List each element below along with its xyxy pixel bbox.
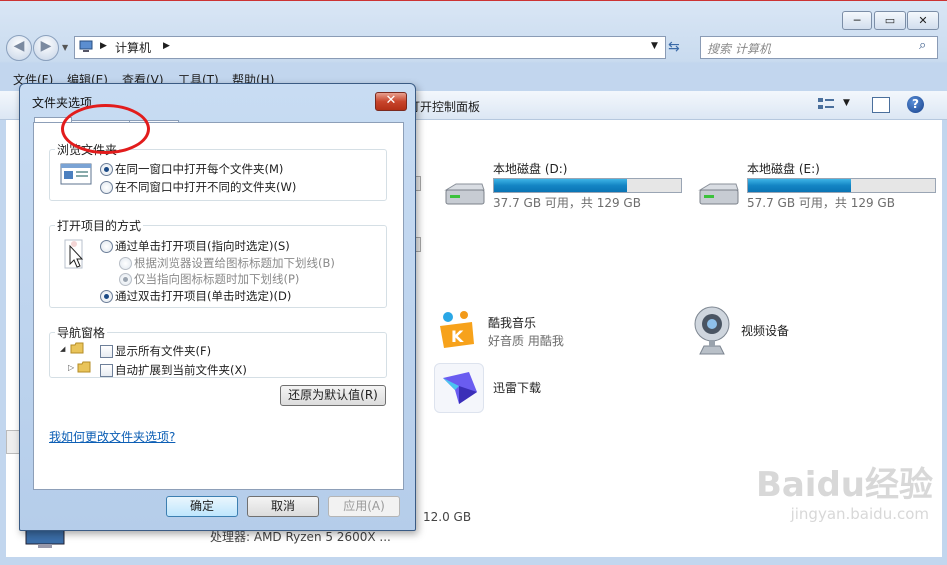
memory-value: 12.0 GB: [423, 510, 472, 524]
webcam-icon: [692, 304, 732, 356]
cursor-icon: [62, 238, 88, 272]
highlight-circle: [61, 104, 150, 154]
new-window-radio[interactable]: [100, 181, 113, 194]
underline-browser-label[interactable]: 根据浏览器设置给图标标题加下划线(B): [134, 255, 335, 271]
view-options-icon[interactable]: [818, 97, 834, 111]
browse-folders-icon: [60, 162, 92, 186]
same-window-radio[interactable]: [100, 163, 113, 176]
cancel-button[interactable]: 取消: [247, 496, 319, 517]
breadcrumb-separator-icon[interactable]: ▶: [163, 41, 170, 51]
folder-options-dialog: 文件夹选项 ✕ 常规 查看 搜索 在同一窗口中打开每个文件夹(M) 在不同窗口中…: [19, 83, 416, 531]
drive-name: 本地磁盘 (E:): [747, 162, 820, 176]
underline-point-label[interactable]: 仅当指向图标标题时加下划线(P): [134, 271, 299, 287]
device-subtitle: 好音质 用酷我: [488, 334, 564, 348]
address-bar[interactable]: ▶ 计算机 ▶ ▼: [74, 36, 666, 59]
folder-icon: [77, 361, 91, 373]
maximize-button[interactable]: ▭: [874, 11, 906, 30]
refresh-icon[interactable]: ⇆: [668, 39, 680, 55]
device-name: 视频设备: [741, 324, 790, 338]
single-click-label[interactable]: 通过单击打开项目(指向时选定)(S): [115, 238, 290, 254]
click-items-group: 通过单击打开项目(指向时选定)(S) 根据浏览器设置给图标标题加下划线(B) 仅…: [49, 225, 387, 308]
address-dropdown-icon[interactable]: ▼: [651, 41, 658, 51]
tree-collapsed-icon: ▷: [68, 363, 75, 372]
show-all-folders-label[interactable]: 显示所有文件夹(F): [115, 343, 211, 359]
help-icon[interactable]: ?: [907, 96, 924, 113]
help-link[interactable]: 我如何更改文件夹选项?: [49, 428, 175, 445]
baidu-watermark: Baidu经验 jingyan.baidu.com: [733, 457, 933, 557]
recent-pages-chevron-icon[interactable]: ▼: [62, 43, 68, 52]
search-icon[interactable]: ⌕: [919, 38, 926, 53]
back-arrow-icon: ◀: [13, 38, 25, 54]
device-name: 迅雷下载: [493, 381, 542, 395]
xunlei-icon: [434, 363, 484, 413]
ok-button[interactable]: 确定: [166, 496, 238, 517]
same-window-label[interactable]: 在同一窗口中打开每个文件夹(M): [115, 161, 283, 177]
baidu-url: jingyan.baidu.com: [790, 505, 929, 523]
apply-button[interactable]: 应用(A): [328, 496, 400, 517]
close-icon: ✕: [385, 93, 397, 108]
drive-free-space: 57.7 GB 可用，共 129 GB: [747, 196, 895, 210]
kuwo-music-icon: K: [434, 308, 480, 354]
dialog-close-button[interactable]: ✕: [375, 92, 407, 111]
breadcrumb-computer[interactable]: 计算机: [115, 39, 151, 56]
svg-text:K: K: [451, 327, 464, 346]
folder-icon: [70, 342, 84, 354]
open-control-panel-button[interactable]: 打开控制面板: [408, 98, 480, 115]
baidu-logo: Baidu经验: [755, 465, 933, 505]
tab-page-general: 在同一窗口中打开每个文件夹(M) 在不同窗口中打开不同的文件夹(W) 浏览文件夹…: [33, 122, 404, 490]
underline-point-radio[interactable]: [119, 273, 132, 286]
search-placeholder: 搜索 计算机: [707, 42, 771, 56]
double-click-label[interactable]: 通过双击打开项目(单击时选定)(D): [115, 288, 291, 304]
single-click-radio[interactable]: [100, 240, 113, 253]
breadcrumb-separator-icon: ▶: [100, 41, 107, 51]
click-items-title: 打开项目的方式: [55, 217, 144, 234]
forward-button[interactable]: ▶: [33, 35, 59, 61]
search-input[interactable]: 搜索 计算机 ⌕: [700, 36, 938, 59]
new-window-label[interactable]: 在不同窗口中打开不同的文件夹(W): [115, 179, 296, 195]
drive-usage-bar: [747, 178, 936, 193]
computer-icon: [79, 40, 93, 52]
tree-expanded-icon: ◢: [60, 345, 66, 353]
drive-usage-fill: [494, 179, 627, 192]
hard-drive-icon: [696, 182, 740, 208]
device-name: 酷我音乐: [488, 316, 537, 330]
drive-usage-fill: [748, 179, 851, 192]
show-all-folders-checkbox[interactable]: [100, 345, 113, 358]
double-click-radio[interactable]: [100, 290, 113, 303]
navigation-pane-title: 导航窗格: [55, 324, 108, 341]
hard-drive-icon: [442, 182, 486, 208]
forward-arrow-icon: ▶: [40, 38, 52, 54]
auto-expand-label[interactable]: 自动扩展到当前文件夹(X): [115, 362, 247, 378]
back-button[interactable]: ◀: [6, 35, 32, 61]
minimize-button[interactable]: ─: [842, 11, 872, 30]
auto-expand-checkbox[interactable]: [100, 364, 113, 377]
preview-pane-icon[interactable]: [872, 97, 890, 113]
view-dropdown-icon[interactable]: ▼: [843, 98, 850, 108]
drive-free-space: 37.7 GB 可用，共 129 GB: [493, 196, 641, 210]
drive-name: 本地磁盘 (D:): [493, 162, 568, 176]
underline-browser-radio[interactable]: [119, 257, 132, 270]
drive-usage-bar: [493, 178, 682, 193]
sidebar-edge: [6, 430, 20, 454]
restore-defaults-button[interactable]: 还原为默认值(R): [280, 385, 386, 406]
window-close-button[interactable]: ✕: [907, 11, 939, 30]
